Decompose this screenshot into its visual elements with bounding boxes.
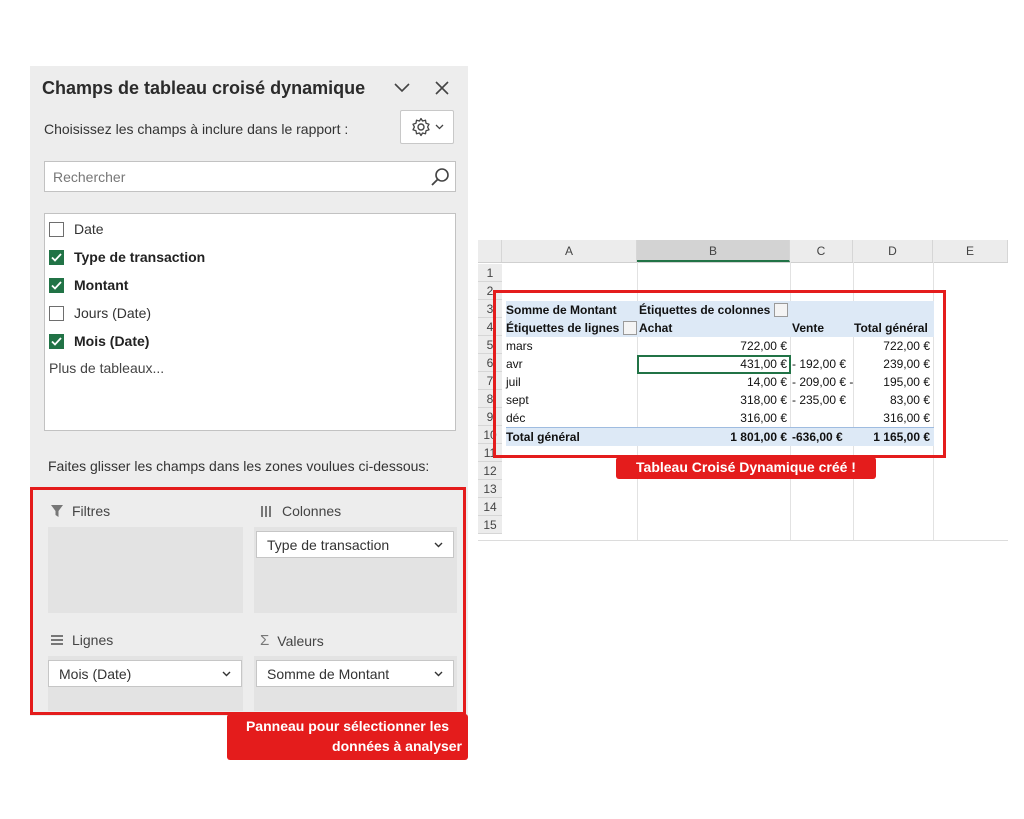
checkbox-icon[interactable] xyxy=(49,333,64,349)
gear-icon xyxy=(411,117,430,137)
field-label: Date xyxy=(74,221,104,237)
chevron-down-icon xyxy=(394,83,410,93)
close-icon xyxy=(435,81,449,95)
column-header-e[interactable]: E xyxy=(933,240,1008,262)
select-all-corner[interactable] xyxy=(478,240,502,262)
column-header-b[interactable]: B xyxy=(637,240,790,262)
panel-callout-line1: Panneau pour sélectionner les xyxy=(245,718,450,734)
panel-title: Champs de tableau croisé dynamique xyxy=(42,78,366,98)
tools-button[interactable] xyxy=(400,110,454,144)
field-label: Jours (Date) xyxy=(74,305,152,321)
search-icon[interactable] xyxy=(429,166,451,188)
field-mois-date[interactable]: Mois (Date) xyxy=(49,329,149,353)
field-label: Type de transaction xyxy=(74,249,206,265)
field-montant[interactable]: Montant xyxy=(49,273,128,297)
field-label: Montant xyxy=(74,277,129,293)
column-header-c[interactable]: C xyxy=(790,240,853,262)
pivot-highlight-box xyxy=(493,290,946,458)
field-type-de-transaction[interactable]: Type de transaction xyxy=(49,245,205,269)
chevron-down-icon xyxy=(435,124,443,130)
collapse-panel-button[interactable] xyxy=(388,74,416,102)
column-header-a[interactable]: A xyxy=(502,240,637,262)
checkbox-icon[interactable] xyxy=(49,221,64,237)
drag-instruction: Faites glisser les champs dans les zones… xyxy=(48,458,430,474)
field-list: Date Type de transaction Montant Jours (… xyxy=(44,213,456,431)
search-input[interactable] xyxy=(46,163,416,190)
checkbox-icon[interactable] xyxy=(49,277,64,293)
row-header[interactable]: 15 xyxy=(478,516,502,534)
checkbox-icon[interactable] xyxy=(49,249,64,265)
checkbox-icon[interactable] xyxy=(49,305,64,321)
fields-instruction: Choisissez les champs à inclure dans le … xyxy=(44,121,349,137)
panel-highlight-box xyxy=(30,487,466,715)
field-date[interactable]: Date xyxy=(49,217,104,241)
column-header-d[interactable]: D xyxy=(853,240,933,262)
row-header[interactable]: 14 xyxy=(478,498,502,516)
search-box xyxy=(44,161,456,192)
row-header[interactable]: 1 xyxy=(478,264,502,282)
row-header[interactable]: 13 xyxy=(478,480,502,498)
pivot-callout: Tableau Croisé Dynamique créé ! xyxy=(616,457,876,479)
field-label: Mois (Date) xyxy=(74,333,150,349)
panel-callout-line2: données à analyser xyxy=(332,738,462,754)
close-panel-button[interactable] xyxy=(428,74,456,102)
column-headers: A B C D E xyxy=(478,240,1008,263)
row-header[interactable]: 12 xyxy=(478,462,502,480)
more-tables-link[interactable]: Plus de tableaux... xyxy=(49,360,164,376)
panel-callout: Panneau pour sélectionner les données à … xyxy=(227,714,468,760)
field-jours-date[interactable]: Jours (Date) xyxy=(49,301,151,325)
